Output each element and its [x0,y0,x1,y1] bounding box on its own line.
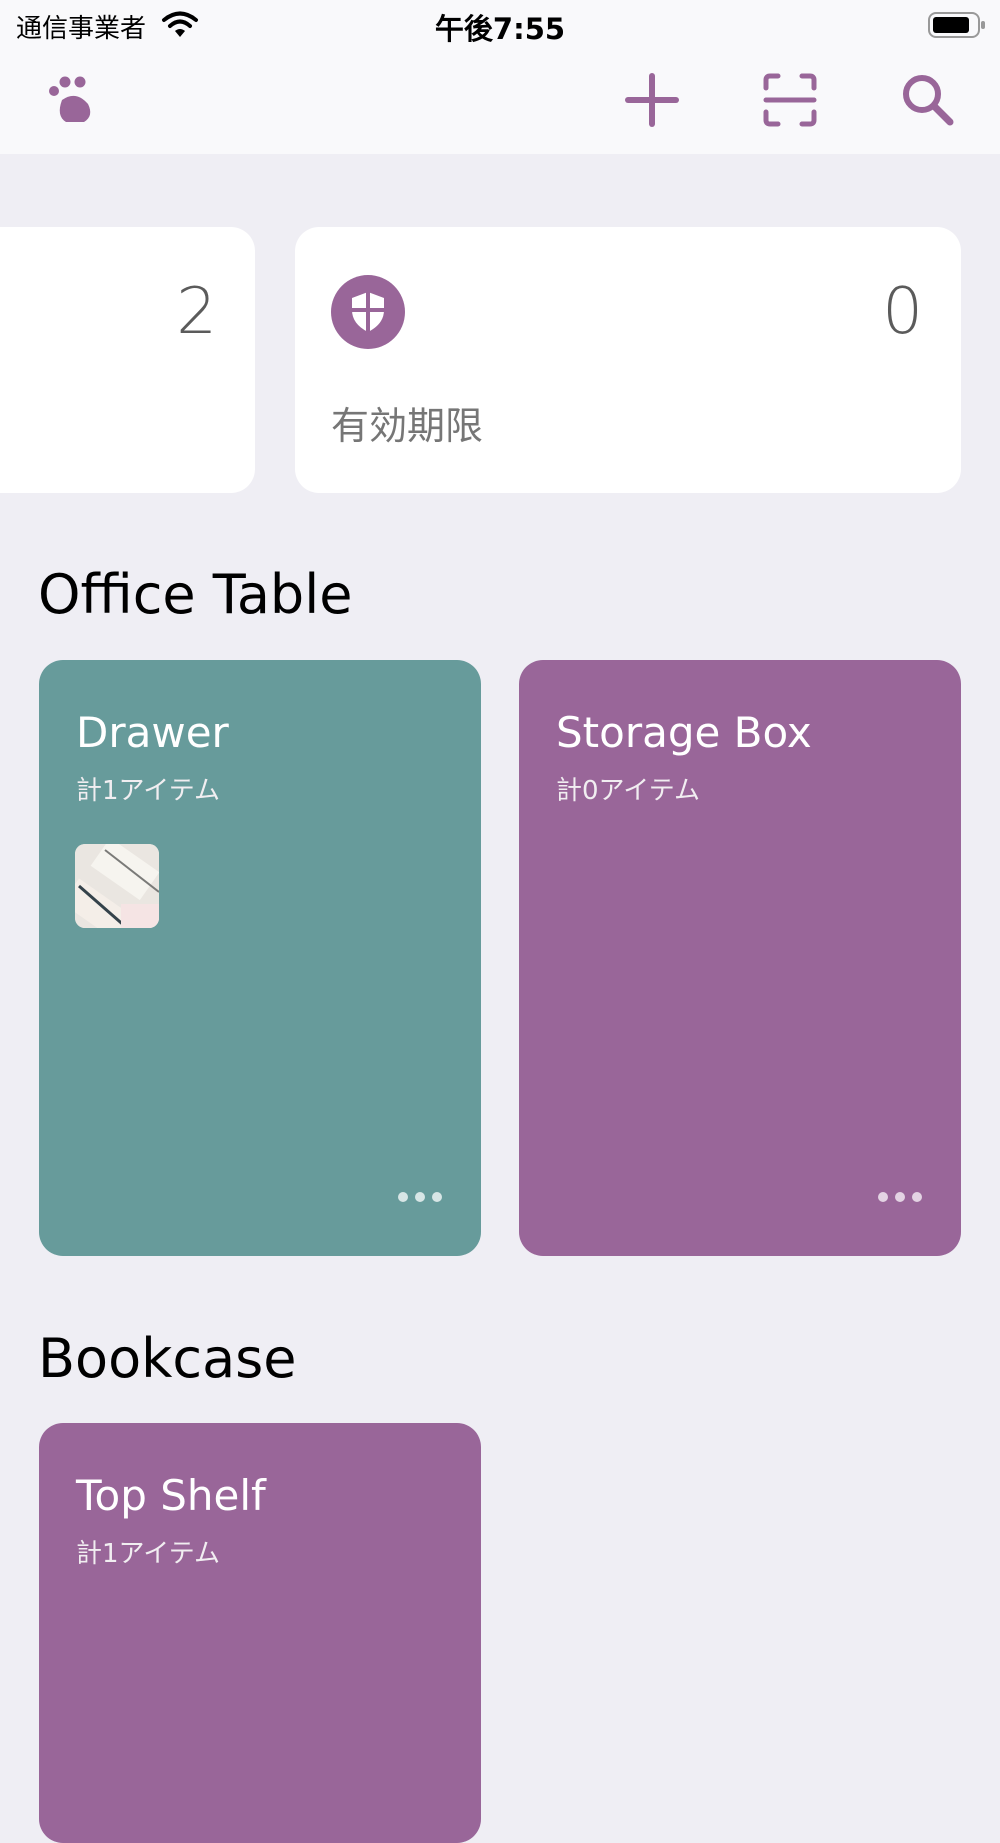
more-options-icon[interactable] [877,1190,923,1204]
shield-icon [352,292,384,332]
location-item-count: 計0アイテム [556,776,700,806]
location-item-count: 計1アイテム [76,1539,220,1569]
location-card-storage-box[interactable]: Storage Box 計0アイテム [519,660,961,1256]
location-name: Storage Box [556,708,812,757]
location-item-count: 計1アイテム [76,776,220,806]
location-name: Drawer [76,708,229,757]
section-title: Bookcase [38,1327,297,1390]
paw-icon[interactable] [40,68,104,132]
battery-icon [928,12,985,38]
summary-count: 2 [176,275,217,349]
more-options-icon[interactable] [397,1190,443,1204]
summary-card-total[interactable]: 2 [0,227,255,493]
summary-count: 0 [882,275,923,349]
section-title: Office Table [38,563,353,626]
nav-bar [0,50,1000,154]
location-card-top-shelf[interactable]: Top Shelf 計1アイテム [39,1423,481,1843]
summary-label: 有効期限 [331,404,484,448]
location-name: Top Shelf [76,1471,266,1520]
clock: 午後7:55 [434,12,566,46]
shield-badge [331,275,405,349]
scan-icon[interactable] [758,68,822,132]
status-bar: 通信事業者 午後7:55 [0,0,1000,50]
location-card-drawer[interactable]: Drawer 計1アイテム [39,660,481,1256]
search-icon[interactable] [896,68,960,132]
plus-icon[interactable] [620,68,684,132]
summary-card-expiry[interactable]: 0 有効期限 [295,227,961,493]
item-thumbnail[interactable] [75,844,159,928]
